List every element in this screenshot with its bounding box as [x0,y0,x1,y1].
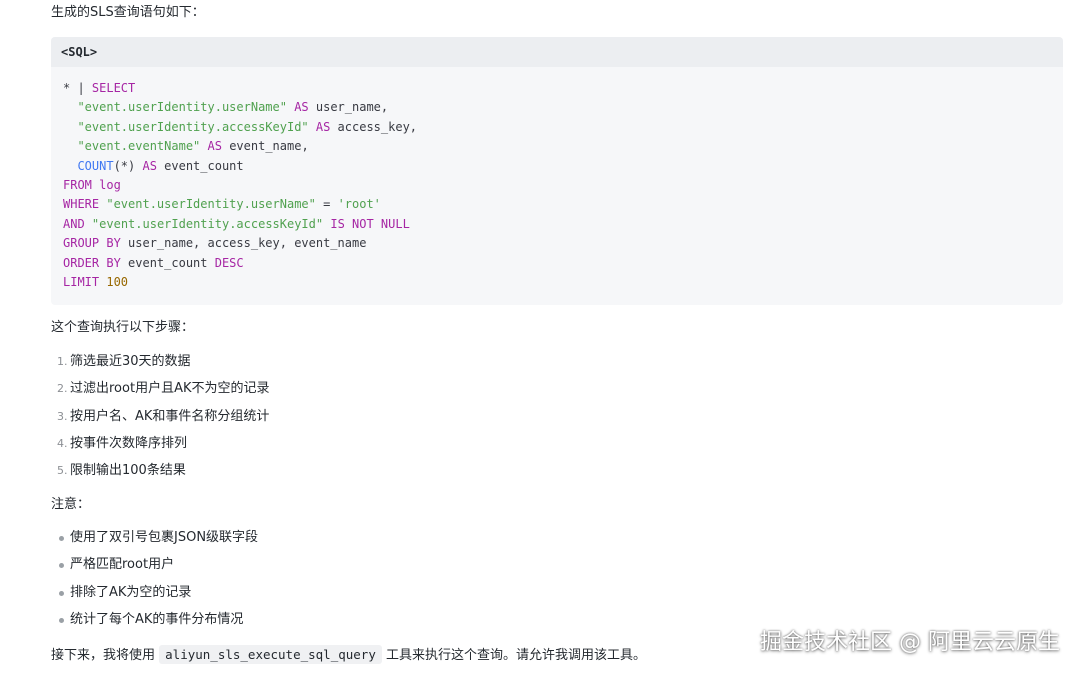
list-item-text: 按用户名、AK和事件名称分组统计 [70,408,270,424]
code-token: = [315,197,338,212]
code-token: log [99,178,121,193]
code-token: IS NOT NULL [330,216,410,231]
outro-before: 接下来，我将使用 [51,648,160,663]
code-token: "event.userIdentity.userName" [77,100,287,115]
code-token: ORDER BY [63,255,121,270]
code-line: AND "event.userIdentity.accessKeyId" IS … [63,217,410,231]
code-token: GROUP BY [63,236,121,251]
list-marker: 3. [57,409,68,423]
list-marker: 5. [57,464,68,478]
bullet-icon [59,536,64,541]
code-token: WHERE [63,197,100,212]
code-token: user_name, [308,100,389,115]
list-item: 3. 按用户名、AK和事件名称分组统计 [57,407,269,434]
list-item: 统计了每个AK的事件分布情况 [57,610,258,637]
code-token: "event.eventName" [77,139,201,154]
code-token: "event.userIdentity.userName" [106,197,316,212]
list-item: 严格匹配root用户 [57,555,258,582]
notes-list: 使用了双引号包裹JSON级联字段 严格匹配root用户 排除了AK为空的记录 统… [57,528,258,637]
note-label: 注意： [51,497,91,512]
code-token: "event.userIdentity.accessKeyId" [91,216,324,231]
list-item: 排除了AK为空的记录 [57,583,258,610]
list-item-text: 排除了AK为空的记录 [70,584,192,600]
code-line: COUNT(*) AS event_count [63,158,244,173]
code-token: "event.userIdentity.accessKeyId" [77,119,309,134]
bullet-icon [59,590,64,596]
code-line: "event.eventName" AS event_name, [63,139,309,154]
list-item-text: 严格匹配root用户 [70,557,175,573]
sql-code[interactable]: * | SELECT "event.userIdentity.userName"… [51,67,1063,292]
steps-list: 1. 筛选最近30天的数据 2. 过滤出root用户且AK不为空的记录 3. 按… [57,352,269,488]
code-line: ORDER BY event_count DESC [63,256,244,270]
code-token: 'root' [337,197,381,212]
code-token: AS [315,119,331,134]
list-item: 4. 按事件次数降序排列 [57,434,269,461]
code-block: <SQL> * | SELECT "event.userIdentity.use… [51,37,1063,305]
code-token: AND [63,216,85,231]
code-token: FROM [63,178,92,193]
code-token: 100 [106,275,129,290]
outro-text: 接下来，我将使用 aliyun_sls_execute_sql_query 工具… [51,645,646,666]
code-token: access_key, [330,119,418,134]
list-item: 2. 过滤出root用户且AK不为空的记录 [57,379,269,406]
list-item-text: 过滤出root用户且AK不为空的记录 [70,381,270,397]
list-marker: 4. [57,436,68,450]
code-token: LIMIT [63,275,100,290]
code-token: event_count [120,255,215,270]
list-marker: 1. [57,355,68,368]
watermark: 掘金技术社区 @ 阿里云云原生 [760,630,1060,655]
list-item-text: 限制输出100条结果 [70,463,186,479]
code-token: user_name, access_key, event_name [120,236,367,251]
bullet-icon [59,563,64,569]
list-item: 使用了双引号包裹JSON级联字段 [57,528,258,555]
list-item: 1. 筛选最近30天的数据 [57,352,269,379]
code-token: event_count [156,158,244,173]
code-token: COUNT [77,158,114,173]
list-marker: 2. [57,382,68,396]
intro-text: 生成的SLS查询语句如下： [51,5,205,20]
code-line: FROM log [63,178,121,192]
code-token: DESC [214,255,244,270]
code-token: AS [294,100,309,115]
list-item-text: 筛选最近30天的数据 [70,354,191,369]
steps-intro-text: 这个查询执行以下步骤： [51,320,195,335]
code-line: LIMIT 100 [63,275,128,289]
code-line: GROUP BY user_name, access_key, event_na… [63,236,366,250]
tool-name-code: aliyun_sls_execute_sql_query [159,645,382,664]
code-token: SELECT [91,81,136,95]
outro-after: 工具来执行这个查询。请允许我调用该工具。 [381,648,646,663]
list-item-text: 统计了每个AK的事件分布情况 [70,611,244,627]
code-line: WHERE "event.userIdentity.userName" = 'r… [63,197,381,211]
code-token: * | [63,81,92,95]
code-token: AS [142,158,157,173]
list-item: 5. 限制输出100条结果 [57,461,269,488]
list-item-text: 按事件次数降序排列 [70,435,188,451]
bullet-icon [59,617,64,623]
code-token: (*) [113,158,143,173]
code-line: "event.userIdentity.userName" AS user_na… [63,100,388,114]
code-token: event_name, [221,139,309,154]
code-line: * | SELECT [63,81,135,95]
code-block-header: <SQL> [51,37,1063,67]
code-token: AS [207,139,222,154]
list-item-text: 使用了双引号包裹JSON级联字段 [70,530,259,545]
code-line: "event.userIdentity.accessKeyId" AS acce… [63,120,417,134]
